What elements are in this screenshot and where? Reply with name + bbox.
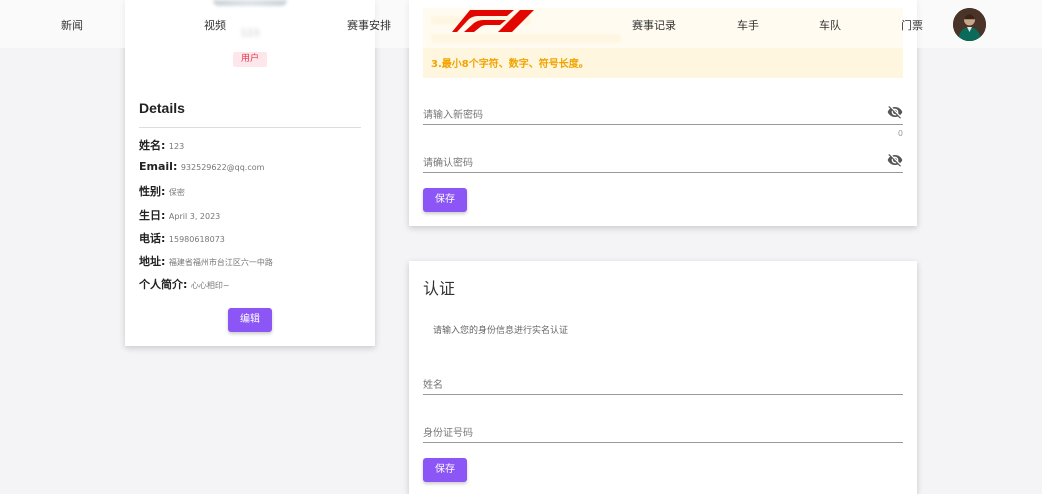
edit-profile-button[interactable]: 编辑 [228, 308, 272, 332]
nav-item-videos[interactable]: 视频 [204, 17, 226, 33]
eye-off-icon[interactable] [887, 152, 903, 168]
role-badge: 用户 [233, 52, 267, 67]
detail-row-gender: 性别: 保密 [139, 183, 185, 199]
nav-item-news[interactable]: 新闻 [61, 17, 83, 33]
detail-value: 心心相印~ [190, 281, 230, 290]
detail-label: Email: [139, 160, 178, 173]
detail-row-birthday: 生日: April 3, 2023 [139, 207, 220, 223]
details-title: Details [139, 100, 185, 116]
auth-description: 请输入您的身份信息进行实名认证 [433, 326, 569, 336]
tip-line-3: 3.最小8个字符、数字、符号长度。 [431, 59, 589, 70]
detail-label: 地址: [139, 255, 166, 268]
id-number-field[interactable]: 身份证号码 [423, 421, 903, 443]
detail-value: 15980618073 [168, 235, 225, 244]
detail-row-bio: 个人简介: 心心相印~ [139, 276, 230, 292]
detail-row-email: Email: 932529622@qq.com [139, 160, 264, 173]
save-password-button[interactable]: 保存 [423, 188, 467, 212]
confirm-password-placeholder: 请确认密码 [423, 158, 473, 169]
nav-item-tickets[interactable]: 门票 [901, 17, 923, 33]
nav-item-race-records[interactable]: 赛事记录 [632, 17, 676, 33]
detail-row-name: 姓名: 123 [139, 137, 184, 153]
detail-row-address: 地址: 福建省福州市台江区六一中路 [139, 253, 273, 269]
real-name-field[interactable]: 姓名 [423, 373, 903, 395]
real-name-placeholder: 姓名 [423, 380, 443, 391]
password-char-counter: 0 [897, 129, 903, 138]
new-password-placeholder: 请输入新密码 [423, 110, 483, 121]
new-password-field[interactable]: 请输入新密码 [423, 103, 903, 125]
nav-item-drivers[interactable]: 车手 [737, 17, 759, 33]
detail-value: 保密 [168, 188, 185, 197]
nav-item-teams[interactable]: 车队 [819, 17, 841, 33]
detail-label: 生日: [139, 209, 166, 222]
f1-logo[interactable] [452, 10, 534, 34]
auth-title: 认证 [423, 279, 456, 298]
user-avatar[interactable] [953, 8, 986, 41]
detail-label: 性别: [139, 185, 166, 198]
detail-row-phone: 电话: 15980618073 [139, 230, 225, 246]
detail-value: April 3, 2023 [168, 212, 221, 221]
details-divider [139, 127, 361, 128]
detail-label: 电话: [139, 232, 166, 245]
detail-label: 姓名: [139, 139, 166, 152]
save-auth-button[interactable]: 保存 [423, 458, 467, 482]
user-avatar-image [953, 8, 986, 41]
detail-label: 个人简介: [139, 278, 188, 291]
confirm-password-field[interactable]: 请确认密码 [423, 151, 903, 173]
detail-value: 932529622@qq.com [180, 163, 265, 172]
profile-card: 123 用户 Details 姓名: 123 Email: 932529622@… [125, 0, 375, 346]
detail-value: 福建省福州市台江区六一中路 [168, 258, 273, 267]
detail-value: 123 [168, 142, 185, 151]
eye-off-icon[interactable] [887, 104, 903, 120]
top-navbar: 新闻 视频 赛事安排 赛事记录 车手 车队 门票 [0, 0, 1042, 48]
id-number-placeholder: 身份证号码 [423, 428, 473, 439]
nav-item-schedule[interactable]: 赛事安排 [347, 17, 391, 33]
auth-card: 认证 请输入您的身份信息进行实名认证 姓名 身份证号码 保存 [409, 261, 917, 494]
